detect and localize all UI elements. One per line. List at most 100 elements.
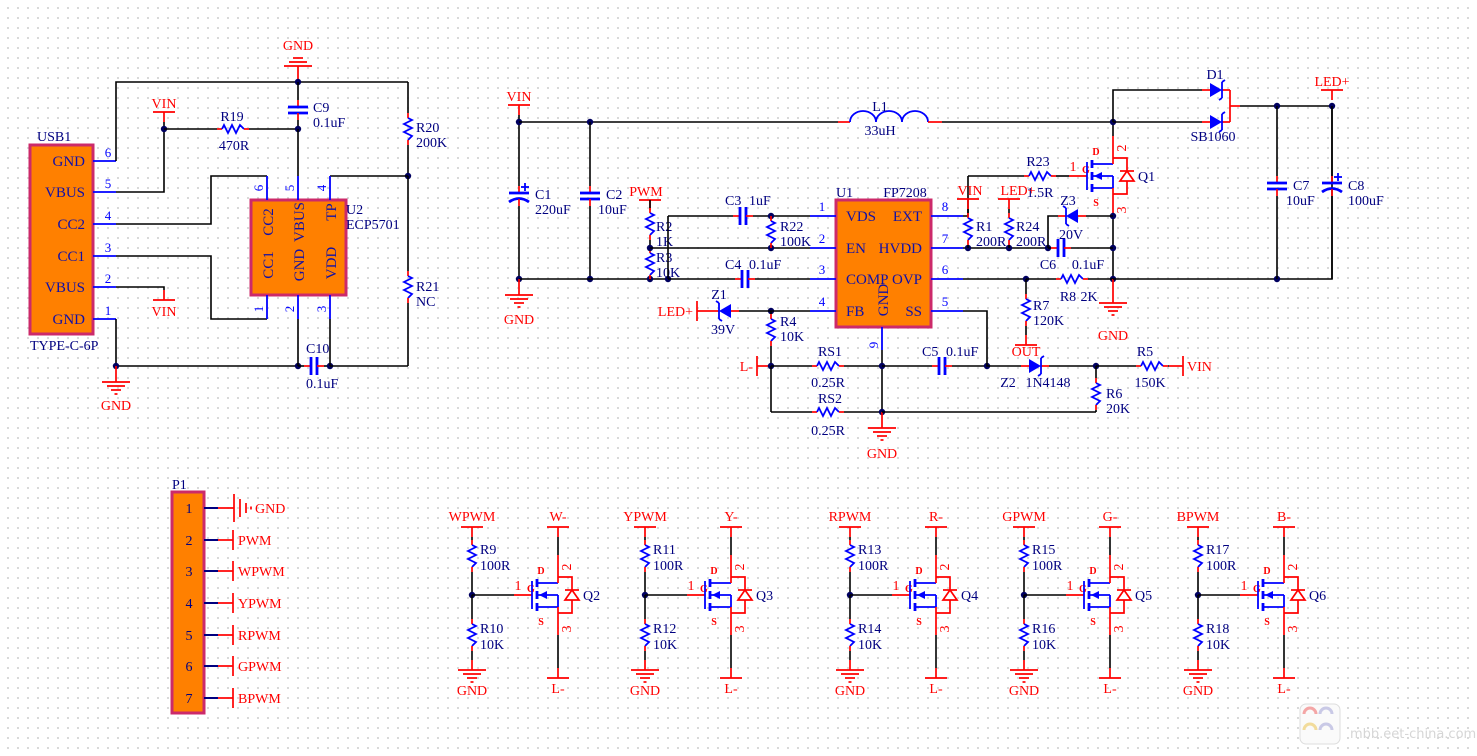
- u2-ecp5701: U2ECP5701 CC2 6 VBUS 5 TP 4 CC1 1 GND 2 VDD 3: [249, 176, 400, 319]
- component-value: 100R: [480, 559, 511, 574]
- source-pin-number: 3: [1112, 626, 1127, 633]
- gnd-label: GND: [101, 399, 131, 414]
- r7: R7120K: [1019, 279, 1064, 335]
- r4: R410K: [764, 311, 804, 366]
- component-ref: R12: [653, 622, 676, 637]
- component-ref: C2: [606, 188, 622, 203]
- net-label: WPWM: [449, 510, 496, 525]
- component-value: 120K: [1033, 314, 1064, 329]
- component-ref: C10: [306, 342, 329, 357]
- drain-letter: D: [1263, 566, 1270, 577]
- component-value: 10K: [653, 638, 677, 653]
- net-label: LED+: [1000, 184, 1035, 199]
- pin-name: VDD: [324, 247, 340, 280]
- source-pin-number: 3: [733, 626, 748, 633]
- gate-letter: G: [905, 584, 913, 595]
- pin-number: 2: [105, 271, 112, 286]
- source-pin-number: 3: [1286, 626, 1301, 633]
- component-value: 470R: [219, 139, 250, 154]
- net-label: VIN: [152, 305, 177, 320]
- drain-letter: D: [537, 566, 544, 577]
- component-value: 0.25R: [811, 424, 846, 439]
- boost-wiring: GND: [504, 275, 672, 328]
- led-channel-3: RPWM GND R13100R R1410K R- 1 GD S 2 3 Q4 L-: [829, 510, 979, 699]
- z3: Z3 20V: [1058, 194, 1086, 243]
- pin-number: 5: [942, 294, 949, 309]
- vin-port: VIN: [957, 184, 982, 209]
- led-channel-4: GPWM GND R15100R R1610K G- 1 GD S 2 3 Q5 L-: [1002, 510, 1152, 699]
- c4: C4 0.1uF: [668, 258, 810, 288]
- led-channel-2: YPWM GND R11100R R1210K Y- 1 GD S 2 3 Q3 L-: [623, 510, 773, 699]
- component-ref: C7: [1293, 179, 1309, 194]
- component-value: 10K: [780, 330, 804, 345]
- pin-number: 1: [819, 199, 826, 214]
- usb-wiring: GND: [101, 319, 302, 414]
- pin-name: GND: [876, 284, 892, 317]
- gnd-label: GND: [1009, 684, 1039, 699]
- component-ref: U1: [836, 186, 853, 201]
- component-value: 10K: [1206, 638, 1230, 653]
- gnd-label: GND: [867, 447, 897, 462]
- component-value: 100K: [780, 235, 811, 250]
- component-value: 200R: [976, 235, 1007, 250]
- gate-pin-number: 1: [1067, 579, 1074, 594]
- component-value: 10K: [1032, 638, 1056, 653]
- net-label: OUT: [1012, 345, 1041, 360]
- component-ref: D1: [1206, 68, 1223, 83]
- net-label: GND: [255, 502, 285, 517]
- pin-number: 7: [942, 231, 949, 246]
- pin-number: 2: [282, 306, 297, 313]
- pin-name: GND: [292, 249, 308, 282]
- pin-number: 4: [314, 184, 329, 191]
- component-ref: R6: [1106, 387, 1122, 402]
- source-pin-number: 3: [1115, 207, 1130, 214]
- led-plus-port: LED+: [658, 301, 711, 321]
- l1: L1 33uH: [838, 100, 942, 139]
- c5: C5 0.1uF: [882, 345, 987, 375]
- component-ref: R1: [976, 220, 992, 235]
- net-label: R-: [929, 510, 943, 525]
- pin-name: GND: [53, 312, 86, 328]
- pin-number: 4: [186, 597, 193, 612]
- component-ref: C5: [922, 345, 938, 360]
- component-ref: C8: [1348, 179, 1364, 194]
- net-label: BPWM: [238, 692, 281, 707]
- component-value: 10K: [858, 638, 882, 653]
- component-value: 1uF: [749, 194, 771, 209]
- drain-pin-number: 2: [1286, 564, 1301, 571]
- pin-name: VBUS: [292, 202, 308, 242]
- z1: Z1 39V: [711, 288, 739, 338]
- pin-name: GND: [53, 154, 86, 170]
- net-label: VIN: [1187, 360, 1212, 375]
- usb-wiring: [326, 362, 408, 370]
- pin-name: FB: [846, 304, 864, 320]
- net-label: RPWM: [238, 629, 281, 644]
- component-ref: C3: [725, 194, 741, 209]
- component-ref: R14: [858, 622, 881, 637]
- pin-name: OVP: [892, 272, 922, 288]
- net-label: LED+: [1314, 75, 1349, 90]
- pin-number: 1: [105, 303, 112, 318]
- component-ref: R9: [480, 543, 496, 558]
- component-value: 10K: [480, 638, 504, 653]
- pin-number: 6: [186, 660, 193, 675]
- gate-letter: G: [527, 584, 535, 595]
- net-label: YPWM: [238, 597, 282, 612]
- gnd-label: GND: [504, 313, 534, 328]
- component-ref: R16: [1032, 622, 1055, 637]
- pin-number: 6: [942, 262, 949, 277]
- source-letter: S: [538, 617, 544, 628]
- component-value: 39V: [711, 323, 735, 338]
- net-label: L-: [929, 682, 943, 697]
- led-plus-port: LED+: [1314, 75, 1350, 100]
- gate-pin-number: 1: [1070, 160, 1077, 175]
- pin-number: 7: [186, 692, 193, 707]
- pin-number: 5: [186, 629, 193, 644]
- pin-name: CC2: [57, 217, 85, 233]
- pin-number: 3: [186, 565, 193, 580]
- source-pin-number: 3: [938, 626, 953, 633]
- mosfet-ref: Q3: [756, 589, 773, 604]
- boost-wiring: [878, 350, 886, 412]
- c9: C90.1uF: [288, 82, 346, 131]
- vin-port: VIN: [152, 97, 176, 122]
